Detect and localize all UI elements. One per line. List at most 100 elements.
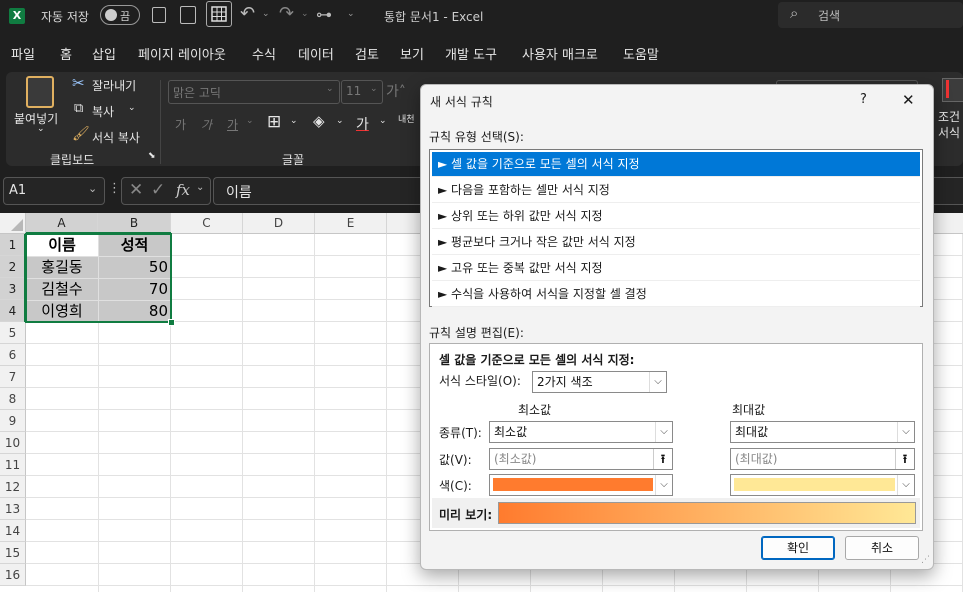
row-header-12[interactable]: 12 [0, 476, 26, 498]
search-box[interactable]: ⌕ 검색 [778, 2, 963, 28]
row-header-14[interactable]: 14 [0, 520, 26, 542]
font-name-combo[interactable]: 맑은 고딕 ⌄ [168, 80, 340, 104]
border-icon[interactable]: ⊞ [267, 112, 281, 132]
menu-home[interactable]: 홈 [60, 44, 72, 71]
undo-icon[interactable]: ↶ [240, 3, 255, 24]
cell-name[interactable]: 김철수 [26, 278, 98, 300]
row-header-9[interactable]: 9 [0, 410, 26, 432]
rule-type-item[interactable]: ► 고유 또는 중복 값만 서식 지정 [432, 256, 920, 281]
row-header-11[interactable]: 11 [0, 454, 26, 476]
save-icon[interactable] [152, 7, 166, 23]
customize-toolbar-icon[interactable]: ⌄ [347, 9, 355, 19]
cut-button[interactable]: 잘라내기 [92, 77, 136, 94]
row-header-4[interactable]: 4 [0, 300, 26, 322]
row-header-13[interactable]: 13 [0, 498, 26, 520]
format-style-select[interactable]: 2가지 색조 ⌵ [532, 371, 667, 393]
row-header-16[interactable]: 16 [0, 564, 26, 586]
column-header-b[interactable]: B [98, 213, 171, 234]
max-type-select[interactable]: 최대값 ⌵ [730, 421, 915, 443]
copy-dropdown-icon[interactable]: ⌄ [128, 103, 136, 113]
row-header-6[interactable]: 6 [0, 344, 26, 366]
rule-type-list[interactable]: ► 셀 값을 기준으로 모든 셀의 서식 지정 ► 다음을 포함하는 셀만 서식… [429, 149, 923, 307]
row-header-1[interactable]: 1 [0, 234, 26, 256]
menu-user-macros[interactable]: 사용자 매크로 [522, 44, 598, 63]
redo-icon[interactable]: ↷ [279, 3, 294, 24]
cancel-icon[interactable]: ✕ [129, 180, 143, 200]
menu-insert[interactable]: 삽입 [92, 44, 116, 63]
insert-function-icon[interactable]: fx [176, 181, 190, 199]
menu-help[interactable]: 도움말 [623, 44, 659, 63]
close-icon[interactable]: ✕ [902, 91, 915, 109]
border-dropdown-icon[interactable]: ⌄ [290, 116, 298, 126]
font-color-dropdown-icon[interactable]: ⌄ [379, 116, 387, 126]
menu-page-layout[interactable]: 페이지 레이아웃 [138, 44, 226, 63]
format-painter-button[interactable]: 서식 복사 [92, 129, 140, 146]
name-box[interactable]: A1 ⌄ [3, 177, 105, 205]
min-type-select[interactable]: 최소값 ⌵ [489, 421, 673, 443]
row-header-5[interactable]: 5 [0, 322, 26, 344]
select-all-corner[interactable] [0, 213, 26, 234]
min-color-picker[interactable]: ⌵ [489, 474, 673, 496]
increase-font-icon[interactable]: 가˄ [386, 81, 406, 101]
fill-color-icon[interactable]: ◈ [313, 112, 325, 130]
conditional-format-label-1[interactable]: 조건 [938, 108, 960, 125]
font-size-combo[interactable]: 11 ⌄ [341, 80, 383, 104]
undo-dropdown-icon[interactable]: ⌄ [262, 9, 270, 19]
ok-button[interactable]: 확인 [761, 536, 835, 560]
rule-type-item[interactable]: ► 셀 값을 기준으로 모든 셀의 서식 지정 [432, 152, 920, 177]
rule-type-item[interactable]: ► 상위 또는 하위 값만 서식 지정 [432, 204, 920, 229]
rule-type-item[interactable]: ► 수식을 사용하여 서식을 지정할 셀 결정 [432, 282, 920, 307]
cancel-button[interactable]: 취소 [845, 536, 919, 560]
column-header-e[interactable]: E [315, 213, 387, 234]
bold-icon[interactable]: 가 [175, 116, 186, 133]
menu-view[interactable]: 보기 [400, 44, 424, 63]
phonetic-icon[interactable]: 내천 [398, 112, 415, 125]
clipboard-launcher-icon[interactable]: ⬊ [148, 151, 156, 161]
redo-dropdown-icon[interactable]: ⌄ [301, 9, 309, 19]
table-icon[interactable] [206, 1, 232, 27]
help-button[interactable]: ? [860, 92, 867, 107]
underline-dropdown-icon[interactable]: ⌄ [246, 116, 254, 126]
column-header-a[interactable]: A [26, 213, 98, 234]
enter-icon[interactable]: ✓ [151, 180, 165, 200]
name-box-dropdown-icon[interactable]: ⌄ [88, 182, 97, 195]
cell-header-score[interactable]: 성적 [98, 234, 171, 256]
menu-data[interactable]: 데이터 [298, 44, 334, 63]
cell-score[interactable]: 80 [98, 300, 171, 322]
row-header-10[interactable]: 10 [0, 432, 26, 454]
menu-formulas[interactable]: 수식 [252, 44, 276, 63]
range-select-icon[interactable]: ⭱ [895, 449, 914, 469]
menu-review[interactable]: 검토 [355, 44, 379, 63]
rule-type-item[interactable]: ► 다음을 포함하는 셀만 서식 지정 [432, 178, 920, 203]
hierarchy-icon[interactable]: ⊶ [316, 5, 332, 24]
cell-score[interactable]: 70 [98, 278, 171, 300]
row-header-8[interactable]: 8 [0, 388, 26, 410]
more-options-icon[interactable]: ⋮ [108, 181, 121, 196]
fill-color-dropdown-icon[interactable]: ⌄ [336, 116, 344, 126]
resize-grip-icon[interactable]: ⋰ [921, 555, 930, 565]
cell-header-name[interactable]: 이름 [26, 234, 98, 256]
max-value-input[interactable]: (최대값) ⭱ [730, 448, 915, 470]
row-header-15[interactable]: 15 [0, 542, 26, 564]
max-color-picker[interactable]: ⌵ [730, 474, 915, 496]
menu-developer[interactable]: 개발 도구 [445, 44, 497, 63]
italic-icon[interactable]: 가 [201, 116, 212, 133]
number-format-icon[interactable] [180, 6, 196, 24]
conditional-format-label-2[interactable]: 서식 [938, 124, 960, 141]
paste-dropdown-icon[interactable]: ⌄ [37, 124, 45, 134]
min-value-input[interactable]: (최소값) ⭱ [489, 448, 673, 470]
function-dropdown-icon[interactable]: ⌄ [196, 182, 204, 193]
row-header-7[interactable]: 7 [0, 366, 26, 388]
copy-button[interactable]: 복사 [92, 103, 114, 120]
row-header-3[interactable]: 3 [0, 278, 26, 300]
font-color-icon[interactable]: 가 [356, 114, 369, 134]
cell-score[interactable]: 50 [98, 256, 171, 278]
rule-type-item[interactable]: ► 평균보다 크거나 작은 값만 서식 지정 [432, 230, 920, 255]
range-select-icon[interactable]: ⭱ [653, 449, 672, 469]
row-header-2[interactable]: 2 [0, 256, 26, 278]
cell-name[interactable]: 홍길동 [26, 256, 98, 278]
column-header-c[interactable]: C [171, 213, 243, 234]
menu-file[interactable]: 파일 [11, 44, 35, 63]
column-header-d[interactable]: D [243, 213, 315, 234]
underline-icon[interactable]: 가 [227, 116, 238, 133]
